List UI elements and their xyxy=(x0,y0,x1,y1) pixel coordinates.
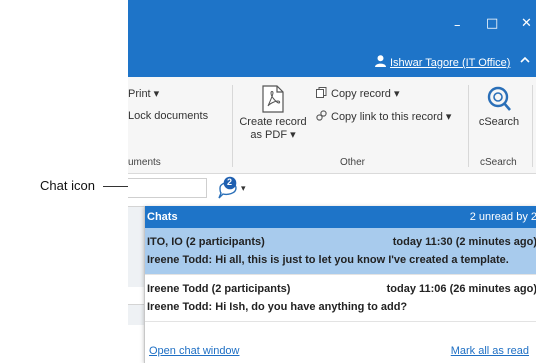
mark-all-read-link[interactable]: Mark all as read xyxy=(451,345,529,357)
open-chat-window-link[interactable]: Open chat window xyxy=(149,345,240,357)
app-window: – □ ✕ Ishwar Tagore (IT Office) Print ▾ … xyxy=(128,0,536,363)
copy-record-button[interactable]: Copy record ▾ xyxy=(316,87,400,100)
print-label: Print ▾ xyxy=(128,88,160,100)
chat-participants: Ireene Todd (2 participants) xyxy=(147,283,291,295)
user-account-link[interactable]: Ishwar Tagore (IT Office) xyxy=(375,55,511,69)
group-label-other: Other xyxy=(340,157,366,168)
ribbon: Print ▾ Lock documents uments Create rec… xyxy=(128,77,536,174)
chat-list-item[interactable]: ITO, IO (2 participants) today 11:30 (2 … xyxy=(145,228,536,275)
csearch-button[interactable]: cSearch xyxy=(472,85,526,128)
csearch-icon xyxy=(487,86,511,111)
chats-footer: Open chat window Mark all as read xyxy=(145,342,536,360)
chat-button[interactable]: 2 ▾ xyxy=(214,176,252,202)
chat-time: today 11:06 (26 minutes ago) xyxy=(386,283,536,295)
chat-icon-callout-label: Chat icon xyxy=(40,178,95,193)
chat-icon xyxy=(218,176,237,199)
maximize-button[interactable]: □ xyxy=(486,16,498,32)
lock-documents-label: Lock documents xyxy=(128,110,209,122)
chevron-up-icon[interactable] xyxy=(520,55,530,65)
chevron-down-icon: ▾ xyxy=(241,183,246,193)
link-icon xyxy=(316,110,327,121)
chat-list-item[interactable]: Ireene Todd (2 participants) today 11:06… xyxy=(145,275,536,322)
title-bar: – □ ✕ Ishwar Tagore (IT Office) xyxy=(128,0,536,77)
copy-link-button[interactable]: Copy link to this record ▾ xyxy=(316,110,451,123)
group-separator xyxy=(232,85,233,167)
group-separator xyxy=(532,85,533,167)
user-icon xyxy=(375,55,386,67)
copy-link-label: Copy link to this record ▾ xyxy=(331,111,452,123)
copy-record-label: Copy record ▾ xyxy=(331,88,400,100)
chats-header: Chats 2 unread by 2 xyxy=(145,206,536,228)
print-button[interactable]: Print ▾ xyxy=(128,87,159,100)
side-panel xyxy=(128,206,144,287)
user-name: Ishwar Tagore (IT Office) xyxy=(390,57,511,69)
group-label-documents: uments xyxy=(128,157,161,168)
unread-count: 2 unread by 2 xyxy=(469,211,536,223)
minimize-button[interactable]: – xyxy=(454,18,461,34)
chat-message: Ireene Todd: Hi Ish, do you have anythin… xyxy=(147,301,408,313)
chat-message: Ireene Todd: Hi all, this is just to let… xyxy=(147,254,509,266)
lock-documents-button[interactable]: Lock documents xyxy=(128,110,208,122)
create-record-label: Create record xyxy=(239,116,307,128)
close-button[interactable]: ✕ xyxy=(521,16,532,32)
unread-badge: 2 xyxy=(227,177,233,187)
pdf-icon xyxy=(262,85,284,113)
chats-popup: Chats 2 unread by 2 ITO, IO (2 participa… xyxy=(144,206,536,363)
csearch-label: cSearch xyxy=(478,116,520,128)
group-label-csearch: cSearch xyxy=(480,157,517,168)
content-area: 2 ▾ Chats 2 unread by 2 ITO, IO (2 parti… xyxy=(128,174,536,363)
chat-participants: ITO, IO (2 participants) xyxy=(147,236,265,248)
copy-icon xyxy=(316,87,327,98)
group-separator xyxy=(468,85,469,167)
search-field[interactable] xyxy=(128,178,207,198)
as-pdf-label: as PDF ▾ xyxy=(250,129,296,141)
create-record-pdf-button[interactable]: Create record as PDF ▾ xyxy=(238,85,308,141)
chats-title: Chats xyxy=(147,211,178,223)
side-panel xyxy=(128,304,144,325)
chat-time: today 11:30 (2 minutes ago) xyxy=(392,236,536,248)
